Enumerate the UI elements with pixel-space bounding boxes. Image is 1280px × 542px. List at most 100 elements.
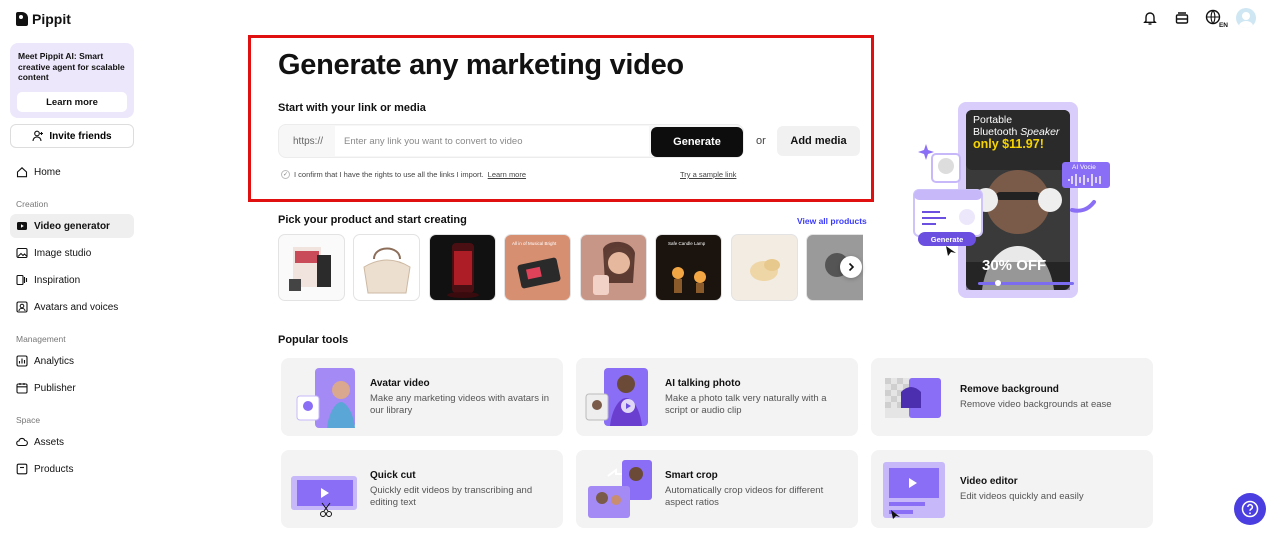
add-media-button[interactable]: Add media (777, 126, 860, 156)
confirm-text: I confirm that I have the rights to use … (294, 170, 484, 179)
hero-subtitle: Start with your link or media (278, 102, 426, 114)
sidebar-item-label: Publisher (34, 382, 76, 394)
promo-card: Meet Pippit AI: Smart creative agent for… (10, 43, 134, 118)
sidebar-item-video-generator[interactable]: Video generator (10, 214, 134, 238)
sidebar-item-analytics[interactable]: Analytics (10, 349, 134, 373)
sidebar-item-label: Assets (34, 436, 65, 448)
illus-discount: 30% OFF (982, 257, 1047, 274)
illus-ai-voice-label: AI Vocie (1072, 164, 1096, 171)
sidebar-item-assets[interactable]: Assets (10, 430, 134, 454)
hero-illustration: Portable Bluetooth Speaker only $11.97! … (912, 102, 1112, 302)
avatar-video-illustration (289, 366, 359, 428)
user-avatar[interactable] (1236, 8, 1256, 28)
tool-desc: Make any marketing videos with avatars i… (370, 393, 549, 416)
sidebar-item-publisher[interactable]: Publisher (10, 376, 134, 400)
link-input[interactable] (335, 126, 649, 156)
sidebar-item-home[interactable]: Home (10, 160, 134, 184)
sidebar-item-label: Products (34, 463, 74, 475)
product-pastry-image (750, 259, 780, 281)
chevron-right-icon (848, 262, 855, 272)
header-actions: EN (1140, 8, 1256, 29)
popular-tools-title: Popular tools (278, 334, 349, 346)
link-input-bar: https:// Generate (278, 124, 744, 158)
tool-name: Video editor (960, 476, 1018, 487)
invite-friends-button[interactable]: Invite friends (10, 124, 134, 148)
product-thumb[interactable]: Safe Candle Lamp (655, 234, 722, 301)
confirm-checkbox[interactable]: ✓ (281, 170, 290, 179)
sidebar-item-label: Image studio (34, 247, 92, 259)
sidebar-item-label: Inspiration (34, 274, 81, 286)
smart-crop-illustration (584, 458, 654, 520)
language-code: EN (1217, 22, 1229, 29)
tool-card-avatar-video[interactable]: Avatar video Make any marketing videos w… (281, 358, 563, 436)
tool-card-quick-cut[interactable]: Quick cut Quickly edit videos by transcr… (281, 450, 563, 528)
product-thumb[interactable] (429, 234, 496, 301)
brand-logo[interactable]: Pippit (16, 11, 71, 27)
image-icon (16, 247, 28, 259)
product-thumb-label: Safe Candle Lamp (668, 241, 706, 246)
quick-cut-illustration (289, 458, 359, 520)
tool-card-video-editor[interactable]: Video editor Edit videos quickly and eas… (871, 450, 1153, 528)
tool-name: Avatar video (370, 378, 430, 389)
inspiration-icon (16, 274, 28, 286)
brand-name: Pippit (32, 11, 71, 27)
product-carousel: All in of Musical Bright Safe Candle Lam… (278, 234, 863, 301)
tool-name: AI talking photo (665, 378, 741, 389)
product-handbag-image (363, 247, 411, 294)
subscription-icon[interactable] (1172, 8, 1192, 28)
page-title: Generate any marketing video (278, 49, 684, 81)
nav-section-management: Management (16, 334, 66, 344)
app-root: Pippit Meet Pippit AI: Smart creative ag… (0, 0, 1280, 542)
view-all-products-link[interactable]: View all products (797, 216, 867, 226)
generate-button[interactable]: Generate (651, 127, 743, 157)
cloud-icon (16, 436, 28, 448)
product-box-icon (16, 463, 28, 475)
sidebar-item-avatars-voices[interactable]: Avatars and voices (10, 295, 134, 319)
avatar-icon (16, 301, 28, 313)
product-thumb[interactable] (580, 234, 647, 301)
sidebar-item-image-studio[interactable]: Image studio (10, 241, 134, 265)
question-mark-icon (1241, 500, 1259, 518)
sidebar: Pippit Meet Pippit AI: Smart creative ag… (0, 0, 145, 542)
tool-card-remove-background[interactable]: Remove background Remove video backgroun… (871, 358, 1153, 436)
bell-icon[interactable] (1140, 8, 1160, 28)
illus-product-line2-italic: Speaker (1020, 125, 1060, 138)
carousel-next-button[interactable] (840, 256, 862, 278)
nav-section-space: Space (16, 415, 41, 425)
illus-price: only $11.97! (973, 137, 1044, 151)
product-thumb[interactable] (353, 234, 420, 301)
tool-card-smart-crop[interactable]: Smart crop Automatically crop videos for… (576, 450, 858, 528)
learn-more-button[interactable]: Learn more (17, 92, 127, 112)
illus-generate-label: Generate (930, 235, 964, 244)
tool-desc: Quickly edit videos by transcribing and … (370, 485, 533, 508)
rights-confirmation: ✓ I confirm that I have the rights to us… (281, 170, 526, 179)
products-section-title: Pick your product and start creating (278, 214, 467, 226)
language-globe-icon[interactable]: EN (1204, 8, 1229, 29)
tool-card-ai-talking-photo[interactable]: AI talking photo Make a photo talk very … (576, 358, 858, 436)
product-hair-kit-image (289, 247, 331, 291)
tool-desc: Remove video backgrounds at ease (960, 399, 1112, 410)
sidebar-item-label: Home (34, 166, 61, 178)
remove-background-illustration (879, 366, 949, 428)
analytics-icon (16, 355, 28, 367)
product-thumb[interactable]: All in of Musical Bright (504, 234, 571, 301)
tool-desc: Automatically crop videos for different … (665, 485, 824, 508)
help-button[interactable] (1234, 493, 1266, 525)
sidebar-item-inspiration[interactable]: Inspiration (10, 268, 134, 292)
product-thumb[interactable] (731, 234, 798, 301)
invite-friends-label: Invite friends (49, 130, 112, 142)
product-thumb-label: All in of Musical Bright (512, 241, 557, 246)
user-plus-icon (32, 130, 44, 142)
home-icon (16, 166, 28, 178)
try-sample-link[interactable]: Try a sample link (680, 170, 736, 179)
product-thumb[interactable] (278, 234, 345, 301)
tool-name: Remove background (960, 384, 1059, 395)
tool-name: Quick cut (370, 470, 416, 481)
sidebar-item-label: Analytics (34, 355, 75, 367)
nav-section-creation: Creation (16, 199, 49, 209)
sidebar-item-products[interactable]: Products (10, 457, 134, 481)
sidebar-item-label: Avatars and voices (34, 301, 119, 313)
video-editor-illustration (879, 458, 949, 520)
confirm-learn-more-link[interactable]: Learn more (488, 170, 526, 179)
product-lamp-red-image (447, 243, 479, 298)
